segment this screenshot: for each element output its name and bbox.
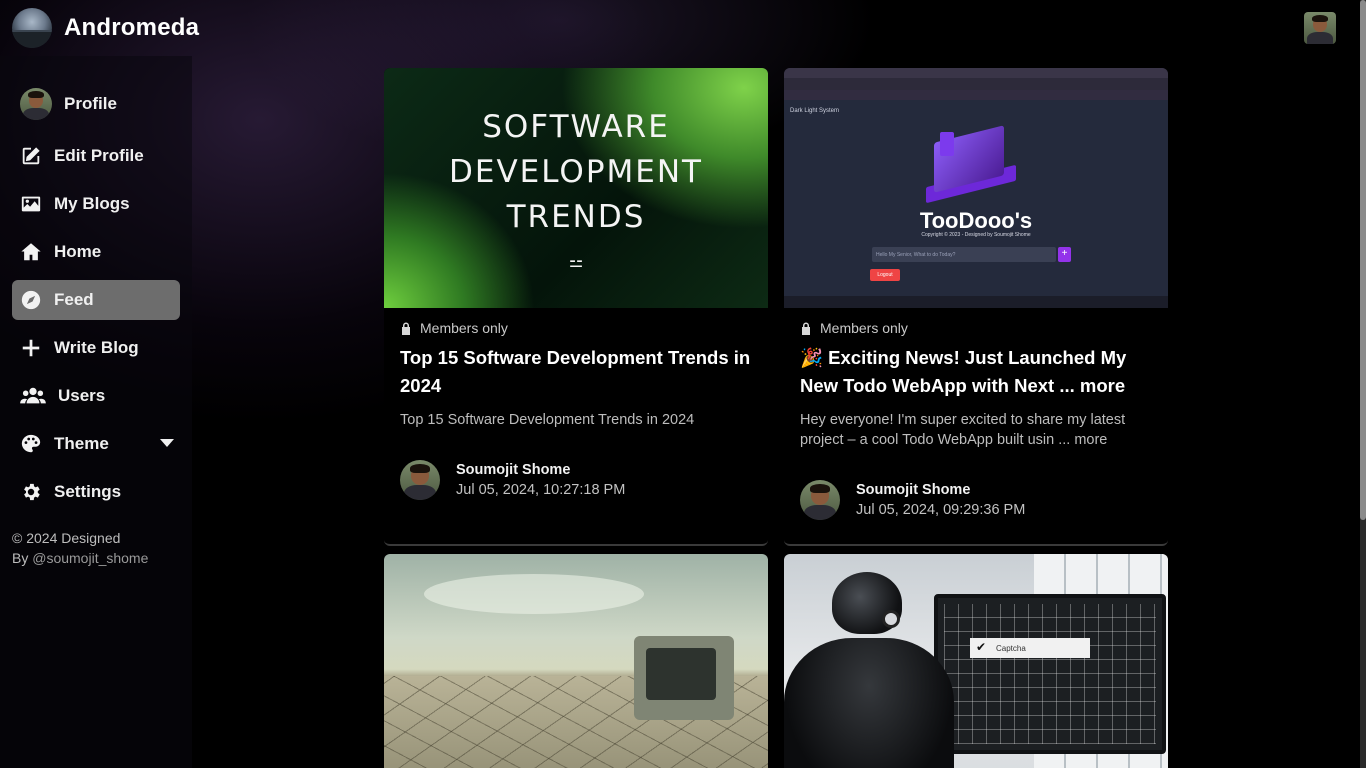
blog-card[interactable]: SOFTWARE DEVELOPMENT TRENDS ⚍ Members on… xyxy=(384,68,768,546)
cover-text: Logout xyxy=(870,269,900,281)
blog-card[interactable]: Dark Light System TooDooo's Copyright © … xyxy=(784,68,1168,546)
sidebar-item-feed[interactable]: Feed xyxy=(12,280,180,320)
sidebar-item-label: Users xyxy=(58,386,106,405)
post-date: Jul 05, 2024, 09:29:36 PM xyxy=(856,502,1026,518)
sidebar-item-label: Write Blog xyxy=(54,338,139,357)
sidebar-item-theme[interactable]: Theme xyxy=(12,424,180,464)
scrollbar-thumb[interactable] xyxy=(1360,0,1366,520)
copyright: © 2024 Designed By @soumojit_shome xyxy=(12,528,192,568)
sidebar-item-label: Home xyxy=(54,242,102,261)
author-handle-link[interactable]: @soumojit_shome xyxy=(32,550,148,566)
blog-summary: Top 15 Software Development Trends in 20… xyxy=(400,412,695,428)
chevron-down-icon[interactable] xyxy=(160,439,174,447)
avatar xyxy=(1304,12,1336,44)
brand-name: Andromeda xyxy=(64,14,200,41)
gear-icon xyxy=(20,481,42,503)
edit-icon xyxy=(20,145,42,167)
sidebar-item-settings[interactable]: Settings xyxy=(12,472,180,512)
copyright-by: By xyxy=(12,550,33,566)
blog-cover-image: Captcha ✔ xyxy=(784,554,1168,768)
sliders-icon: ⚍ xyxy=(568,253,584,271)
blog-cover-image: Dark Light System TooDooo's Copyright © … xyxy=(784,68,1168,308)
sidebar-item-label: Edit Profile xyxy=(54,146,144,165)
profile-avatar xyxy=(20,88,52,120)
author-name: Soumojit Shome xyxy=(856,482,971,498)
image-icon xyxy=(20,193,42,215)
blog-card[interactable] xyxy=(384,554,768,768)
sidebar-item-edit-profile[interactable]: Edit Profile xyxy=(12,136,180,176)
lock-icon xyxy=(402,322,410,335)
badge-label: Members only xyxy=(420,320,508,336)
check-icon: ✔ xyxy=(976,640,987,654)
compass-icon xyxy=(20,289,42,311)
author-avatar xyxy=(400,460,440,500)
members-only-badge: Members only xyxy=(800,320,1152,336)
sidebar-item-write-blog[interactable]: Write Blog xyxy=(12,328,180,368)
badge-label: Members only xyxy=(820,320,908,336)
sidebar-item-label: Theme xyxy=(54,434,109,453)
lock-icon xyxy=(802,322,810,335)
blog-title[interactable]: 🎉 Exciting News! Just Launched My New To… xyxy=(800,344,1152,400)
cover-text: Hello My Senior, What to do Today? xyxy=(872,247,1056,262)
sidebar-item-home[interactable]: Home xyxy=(12,232,180,272)
cover-text: DEVELOPMENT xyxy=(449,153,703,190)
cover-text: Copyright © 2023 - Designed by Soumojit … xyxy=(921,232,1031,238)
sidebar-item-label: Settings xyxy=(54,482,122,501)
author-avatar xyxy=(800,480,840,520)
author-info[interactable]: Soumojit Shome Jul 05, 2024, 10:27:18 PM xyxy=(400,460,625,500)
cover-text: TRENDS xyxy=(506,198,646,235)
sidebar-item-my-blogs[interactable]: My Blogs xyxy=(12,184,180,224)
post-date: Jul 05, 2024, 10:27:18 PM xyxy=(456,482,626,498)
plus-icon: + xyxy=(1058,247,1071,262)
members-only-badge: Members only xyxy=(400,320,752,336)
cover-text: TooDooo's xyxy=(919,208,1033,233)
home-icon xyxy=(20,241,42,263)
author-info[interactable]: Soumojit Shome Jul 05, 2024, 09:29:36 PM xyxy=(800,480,1025,520)
plus-icon xyxy=(20,337,42,359)
user-avatar-button[interactable] xyxy=(1304,12,1336,44)
sidebar-item-label: Profile xyxy=(64,94,117,113)
cover-text: SOFTWARE xyxy=(482,108,670,145)
blog-summary: Hey everyone! I'm super excited to share… xyxy=(800,412,1126,448)
blog-cover-image: SOFTWARE DEVELOPMENT TRENDS ⚍ xyxy=(384,68,768,308)
sidebar-item-label: My Blogs xyxy=(54,194,130,213)
palette-icon xyxy=(20,433,42,455)
brand[interactable]: Andromeda xyxy=(12,8,199,48)
copyright-line: © 2024 Designed xyxy=(12,530,121,546)
blog-title[interactable]: Top 15 Software Development Trends in 20… xyxy=(400,344,752,400)
users-icon xyxy=(20,385,46,407)
sidebar-item-label: Feed xyxy=(54,290,94,309)
cover-text: Dark Light System xyxy=(790,108,840,114)
author-name: Soumojit Shome xyxy=(456,462,571,478)
sidebar-item-profile[interactable]: Profile xyxy=(12,84,180,124)
sidebar-item-users[interactable]: Users xyxy=(12,376,180,416)
brand-logo xyxy=(12,8,52,48)
cover-text: Captcha xyxy=(970,638,1090,658)
blog-cover-image xyxy=(384,554,768,768)
blog-card[interactable]: Captcha ✔ xyxy=(784,554,1168,768)
